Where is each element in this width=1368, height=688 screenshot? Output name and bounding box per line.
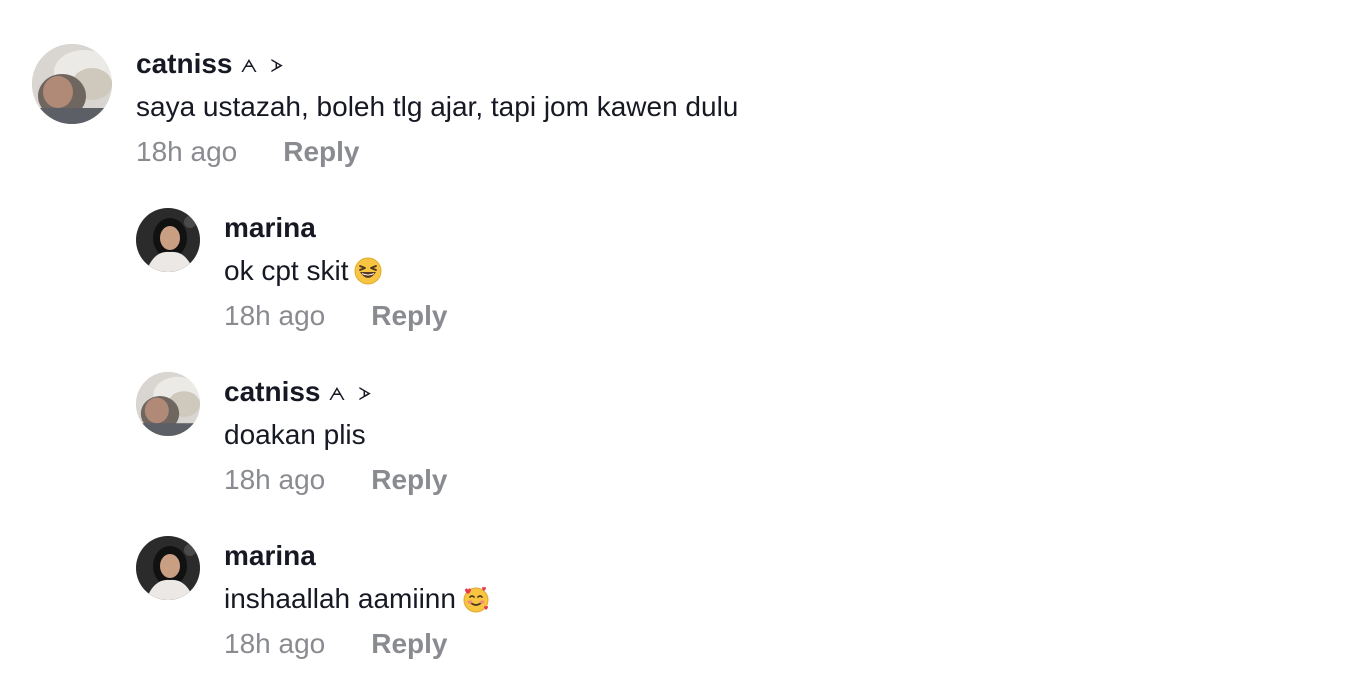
timestamp: 18h ago	[136, 136, 238, 167]
comment-text-content: ok cpt skit	[224, 255, 349, 286]
avatar[interactable]	[136, 372, 200, 436]
comment-text: ok cpt skit	[224, 254, 382, 288]
comment-meta: 18h ago Reply	[224, 299, 447, 333]
reply-button[interactable]: Reply	[371, 628, 447, 659]
timestamp: 18h ago	[224, 300, 326, 331]
username-decoration: ᗅ ᗆ	[328, 384, 376, 404]
username[interactable]: marina	[224, 539, 316, 573]
comment-text-content: saya ustazah, boleh tlg ajar, tapi jom k…	[136, 91, 739, 122]
comment-meta: 18h ago Reply	[224, 627, 447, 661]
timestamp: 18h ago	[224, 628, 326, 659]
comment-text-content: inshaallah aamiinn	[224, 583, 456, 614]
avatar[interactable]	[136, 208, 200, 272]
username-text: marina	[224, 540, 316, 571]
marina-avatar-image	[136, 208, 200, 272]
comment-meta: 18h ago Reply	[136, 135, 359, 169]
comment-text: doakan plis	[224, 418, 366, 452]
username-text: catniss	[224, 376, 321, 407]
username-text: marina	[224, 212, 316, 243]
username[interactable]: catniss ᗅ ᗆ	[224, 375, 376, 411]
marina-avatar-image	[136, 536, 200, 600]
comment-text: saya ustazah, boleh tlg ajar, tapi jom k…	[136, 90, 738, 124]
avatar[interactable]	[136, 536, 200, 600]
smiling-face-with-hearts-icon	[462, 585, 490, 613]
catniss-avatar-image	[32, 44, 112, 124]
username-text: catniss	[136, 48, 233, 79]
timestamp: 18h ago	[224, 464, 326, 495]
username-decoration: ᗅ ᗆ	[240, 56, 288, 76]
comment-text: inshaallah aamiinn	[224, 582, 490, 616]
comment-meta: 18h ago Reply	[224, 463, 447, 497]
catniss-avatar-image	[136, 372, 200, 436]
comment-text-content: doakan plis	[224, 419, 366, 450]
grinning-squinting-face-icon	[354, 257, 382, 285]
reply-button[interactable]: Reply	[371, 300, 447, 331]
reply-button[interactable]: Reply	[371, 464, 447, 495]
reply-button[interactable]: Reply	[283, 136, 359, 167]
username[interactable]: catniss ᗅ ᗆ	[136, 47, 288, 83]
username[interactable]: marina	[224, 211, 316, 245]
avatar[interactable]	[32, 44, 112, 124]
